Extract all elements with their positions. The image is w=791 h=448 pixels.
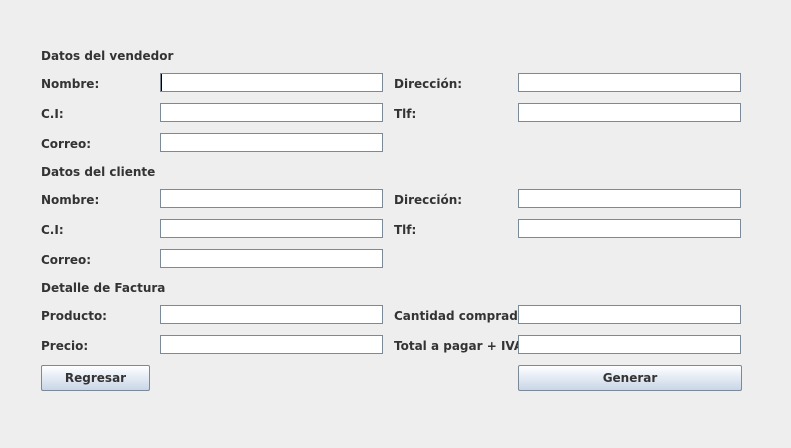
- vendor-address-label: Dirección:: [394, 77, 463, 91]
- vendor-phone-label: Tlf:: [394, 107, 417, 121]
- quantity-input[interactable]: [518, 305, 741, 324]
- vendor-ci-label: C.I:: [41, 107, 64, 121]
- vendor-email-label: Correo:: [41, 137, 92, 151]
- price-label: Precio:: [41, 339, 89, 353]
- client-address-input[interactable]: [518, 189, 741, 208]
- total-input[interactable]: [518, 335, 741, 354]
- vendor-ci-input[interactable]: [160, 103, 383, 122]
- client-ci-input[interactable]: [160, 219, 383, 238]
- generate-button[interactable]: Generar: [518, 365, 742, 391]
- client-phone-input[interactable]: [518, 219, 741, 238]
- vendor-name-input[interactable]: [160, 73, 383, 92]
- total-label: Total a pagar + IVA:: [394, 339, 529, 353]
- client-name-label: Nombre:: [41, 193, 100, 207]
- client-ci-label: C.I:: [41, 223, 64, 237]
- client-email-input[interactable]: [160, 249, 383, 268]
- invoice-section-title: Detalle de Factura: [41, 281, 166, 295]
- back-button[interactable]: Regresar: [41, 365, 150, 391]
- client-address-label: Dirección:: [394, 193, 463, 207]
- product-label: Producto:: [41, 309, 107, 323]
- client-section-title: Datos del cliente: [41, 165, 156, 179]
- vendor-name-label: Nombre:: [41, 77, 100, 91]
- product-input[interactable]: [160, 305, 383, 324]
- price-input[interactable]: [160, 335, 383, 354]
- vendor-section-title: Datos del vendedor: [41, 49, 174, 63]
- vendor-email-input[interactable]: [160, 133, 383, 152]
- vendor-phone-input[interactable]: [518, 103, 741, 122]
- vendor-address-input[interactable]: [518, 73, 741, 92]
- quantity-label: Cantidad comprada:: [394, 309, 531, 323]
- client-email-label: Correo:: [41, 253, 92, 267]
- client-name-input[interactable]: [160, 189, 383, 208]
- client-phone-label: Tlf:: [394, 223, 417, 237]
